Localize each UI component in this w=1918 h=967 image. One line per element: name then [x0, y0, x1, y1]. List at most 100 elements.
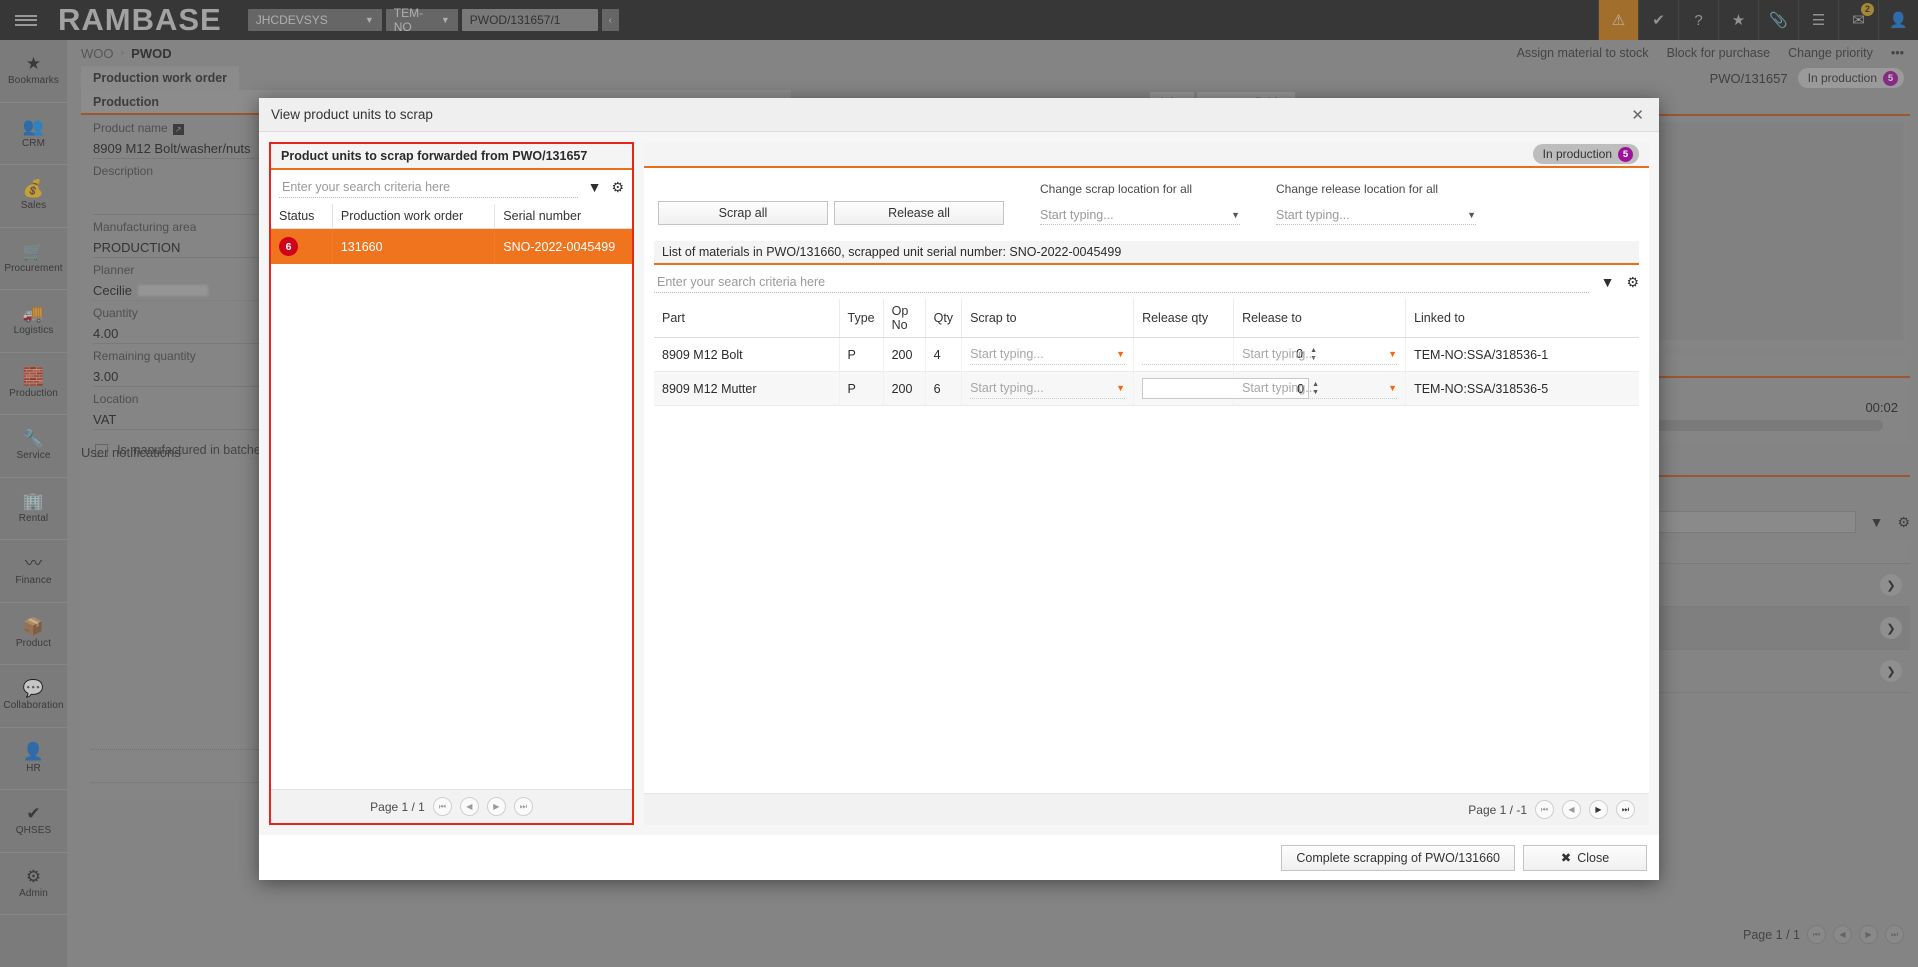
cell-release-to: Start typing... ▼	[1233, 337, 1407, 372]
status-badge-label: In production	[1542, 147, 1612, 161]
status-badge-count: 5	[1618, 146, 1633, 162]
bulk-actions-row: Scrap all Release all Change scrap locat…	[644, 168, 1649, 235]
scrap-to-placeholder: Start typing...	[970, 381, 1044, 395]
col-serial-number[interactable]: Serial number	[494, 204, 632, 229]
dialog-header: View product units to scrap ✕	[259, 98, 1659, 132]
release-to-placeholder: Start typing...	[1242, 381, 1316, 395]
close-button[interactable]: ✖ Close	[1523, 844, 1647, 871]
filter-icon[interactable]: ▼	[1601, 274, 1615, 290]
view-product-units-to-scrap-dialog: View product units to scrap ✕ Product un…	[259, 98, 1659, 880]
search-input[interactable]	[279, 176, 578, 198]
col-qty[interactable]: Qty	[925, 299, 963, 338]
scrap-to-placeholder: Start typing...	[970, 347, 1044, 361]
col-type[interactable]: Type	[839, 299, 884, 338]
first-page-button[interactable]: ⏮	[432, 797, 452, 816]
cell-linked-to: TEM-NO:SSA/318536-5	[1405, 371, 1639, 406]
chevron-down-icon: ▼	[1388, 349, 1398, 359]
scrap-units-header-row: Status Production work order Serial numb…	[271, 204, 632, 229]
release-to-placeholder: Start typing...	[1242, 347, 1316, 361]
release-qty-stepper[interactable]: ▲▼	[1142, 344, 1317, 365]
complete-scrapping-button[interactable]: Complete scrapping of PWO/131660	[1281, 844, 1515, 871]
materials-pagination: Page 1 / -1 ⏮ ◀ ▶ ⏭	[644, 793, 1649, 825]
close-icon[interactable]: ✕	[1628, 106, 1647, 124]
last-page-button[interactable]: ⏭	[513, 797, 533, 816]
search-input[interactable]	[654, 271, 1589, 293]
col-release-to[interactable]: Release to	[1233, 299, 1407, 338]
cell-type: P	[839, 371, 884, 406]
cell-serial-number: SNO-2022-0045499	[494, 228, 632, 264]
chevron-down-icon: ▼	[1116, 349, 1126, 359]
cell-release-to: Start typing... ▼	[1233, 371, 1407, 406]
col-status[interactable]: Status	[271, 204, 333, 229]
scrap-units-table: Status Production work order Serial numb…	[271, 204, 632, 264]
materials-panel: In production 5 Scrap all Release all Ch…	[644, 142, 1649, 825]
col-op-no[interactable]: Op No	[883, 299, 926, 338]
cell-release-qty: ▲▼	[1133, 371, 1319, 406]
release-location-placeholder: Start typing...	[1276, 207, 1350, 222]
close-icon: ✖	[1560, 851, 1572, 865]
cell-production-work-order: 131660	[332, 228, 496, 264]
col-production-work-order[interactable]: Production work order	[332, 204, 496, 229]
scrap-to-select[interactable]: Start typing... ▼	[970, 345, 1126, 365]
status-badge: 6	[279, 237, 298, 256]
cell-status: 6	[271, 228, 333, 264]
cell-part: 8909 M12 Mutter	[654, 371, 840, 406]
left-panel-title: Product units to scrap forwarded from PW…	[271, 144, 632, 170]
dialog-title: View product units to scrap	[271, 107, 433, 122]
cell-qty: 6	[925, 371, 963, 406]
close-button-label: Close	[1577, 850, 1610, 865]
chevron-down-icon: ▼	[1467, 209, 1476, 220]
left-pagination: Page 1 / 1 ⏮ ◀ ▶ ⏭	[271, 789, 632, 823]
right-panel-status-row: In production 5	[644, 142, 1649, 168]
scrap-all-button[interactable]: Scrap all	[658, 201, 828, 225]
filter-icon[interactable]: ▼	[588, 179, 602, 195]
chevron-down-icon: ▼	[1231, 209, 1240, 220]
chevron-down-icon: ▼	[1116, 383, 1126, 393]
materials-header-row: Part Type Op No Qty Scrap to Release qty…	[654, 299, 1639, 338]
cell-type: P	[839, 337, 884, 372]
table-row[interactable]: 6 131660 SNO-2022-0045499	[271, 228, 632, 264]
release-location-select[interactable]: Start typing... ▼	[1276, 205, 1476, 225]
cell-op-no: 200	[883, 337, 926, 372]
cell-part: 8909 M12 Bolt	[654, 337, 840, 372]
scrap-location-select[interactable]: Start typing... ▼	[1040, 205, 1240, 225]
gear-icon[interactable]: ⚙	[611, 179, 624, 196]
left-pagination-text: Page 1 / 1	[370, 799, 425, 814]
scrap-location-placeholder: Start typing...	[1040, 207, 1114, 222]
cell-scrap-to: Start typing... ▼	[961, 371, 1135, 406]
next-page-button[interactable]: ▶	[486, 797, 506, 816]
materials-search-row: ▼ ⚙	[654, 265, 1639, 299]
table-row[interactable]: 8909 M12 Bolt P 200 4 Start typing... ▼	[654, 337, 1639, 372]
next-page-button[interactable]: ▶	[1589, 800, 1608, 819]
materials-list-title: List of materials in PWO/131660, scrappe…	[654, 241, 1639, 265]
prev-page-button[interactable]: ◀	[459, 797, 479, 816]
release-to-select[interactable]: Start typing... ▼	[1242, 345, 1398, 365]
change-release-location-label: Change release location for all	[1276, 182, 1439, 196]
table-row[interactable]: 8909 M12 Mutter P 200 6 Start typing... …	[654, 371, 1639, 406]
col-scrap-to[interactable]: Scrap to	[961, 299, 1135, 338]
materials-pagination-text: Page 1 / -1	[1468, 802, 1527, 817]
col-part[interactable]: Part	[654, 299, 840, 338]
release-all-button[interactable]: Release all	[834, 201, 1004, 225]
product-units-to-scrap-panel: Product units to scrap forwarded from PW…	[269, 142, 634, 825]
chevron-down-icon: ▼	[1388, 383, 1398, 393]
prev-page-button[interactable]: ◀	[1562, 800, 1581, 819]
dialog-body: Product units to scrap forwarded from PW…	[259, 132, 1659, 835]
release-to-select[interactable]: Start typing... ▼	[1242, 379, 1398, 399]
dialog-footer: Complete scrapping of PWO/131660 ✖ Close	[259, 835, 1659, 880]
gear-icon[interactable]: ⚙	[1626, 274, 1639, 291]
first-page-button[interactable]: ⏮	[1535, 800, 1554, 819]
status-badge[interactable]: In production 5	[1532, 144, 1639, 164]
change-scrap-location-label: Change scrap location for all	[1040, 182, 1193, 196]
col-linked-to[interactable]: Linked to	[1405, 299, 1639, 338]
cell-op-no: 200	[883, 371, 926, 406]
cell-linked-to: TEM-NO:SSA/318536-1	[1405, 337, 1639, 372]
left-search-row: ▼ ⚙	[271, 170, 632, 204]
change-release-location-field: Change release location for all Start ty…	[1276, 182, 1476, 225]
cell-qty: 4	[925, 337, 963, 372]
last-page-button[interactable]: ⏭	[1616, 800, 1635, 819]
col-release-qty[interactable]: Release qty	[1133, 299, 1235, 338]
materials-table: Part Type Op No Qty Scrap to Release qty…	[654, 299, 1639, 406]
scrap-to-select[interactable]: Start typing... ▼	[970, 379, 1126, 399]
release-qty-stepper[interactable]: ▲▼	[1142, 378, 1319, 399]
